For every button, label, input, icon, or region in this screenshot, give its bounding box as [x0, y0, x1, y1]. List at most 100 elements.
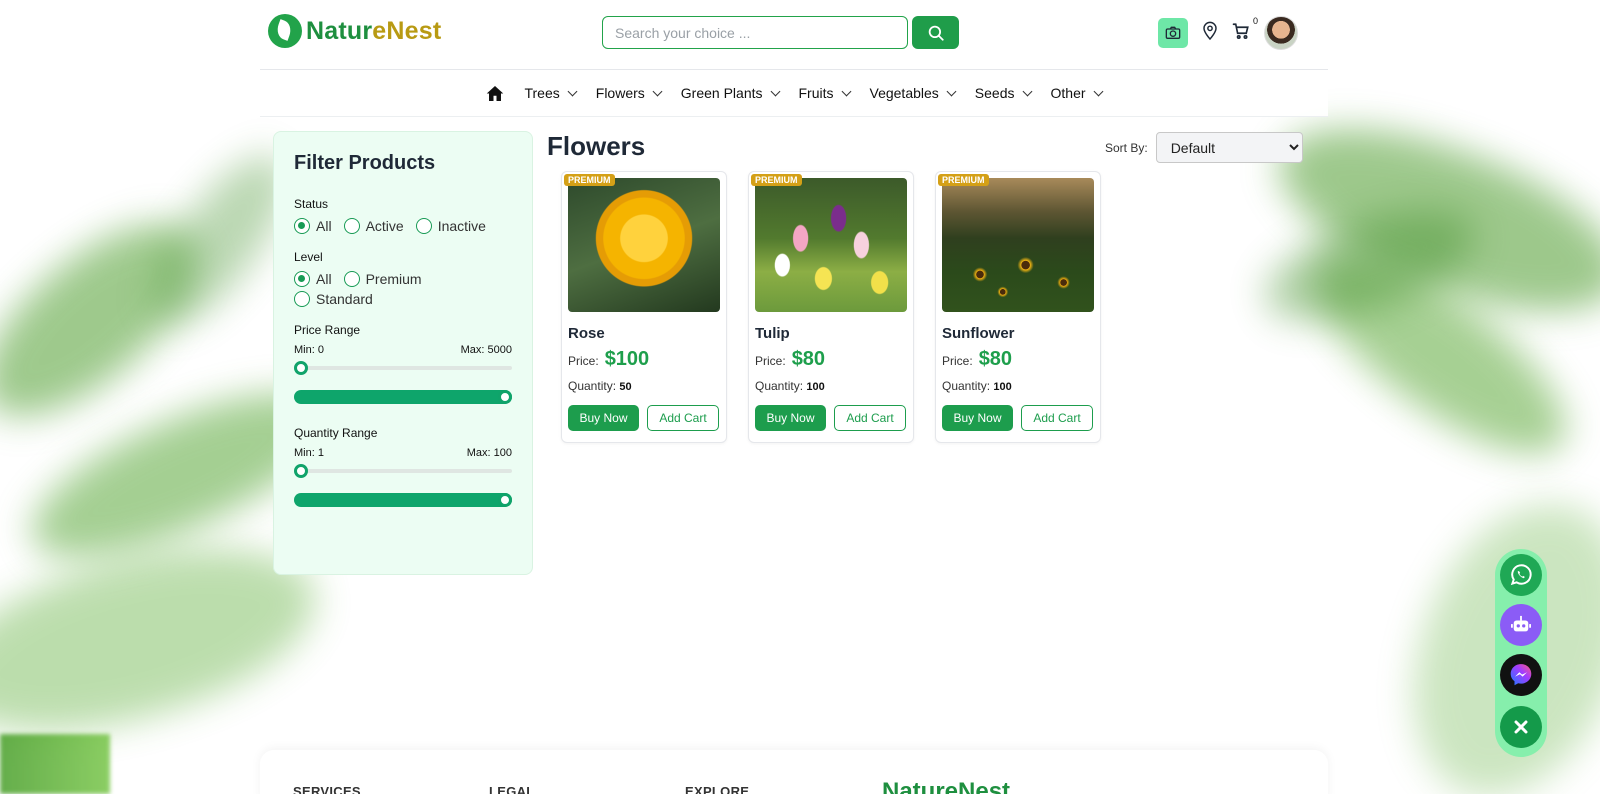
- price-max-slider[interactable]: [294, 390, 512, 404]
- radio-label: Standard: [316, 291, 373, 307]
- cart-button[interactable]: 0: [1232, 16, 1258, 45]
- nav-home[interactable]: [486, 85, 504, 102]
- quantity-value: 50: [619, 381, 632, 393]
- product-price: Price: $80: [755, 348, 907, 371]
- premium-badge: PREMIUM: [564, 174, 615, 186]
- sort-select[interactable]: Default: [1155, 132, 1303, 163]
- page-title: Flowers: [547, 131, 646, 161]
- location-button[interactable]: [1202, 21, 1218, 46]
- quantity-label: Quantity:: [755, 379, 804, 393]
- nav-label: Flowers: [595, 85, 645, 101]
- price-min-slider[interactable]: [294, 361, 512, 375]
- close-widget-button[interactable]: [1500, 706, 1542, 748]
- nav-fruits[interactable]: Fruits: [799, 85, 851, 101]
- contact-widget: [1495, 549, 1547, 757]
- product-image-rose[interactable]: [568, 178, 720, 312]
- brand-name-part1: Natur: [306, 16, 373, 45]
- radio-selected: [294, 218, 310, 234]
- buy-now-button[interactable]: Buy Now: [568, 405, 639, 431]
- product-card[interactable]: PREMIUM Rose Price: $100 Quantity: 50 Buy…: [561, 171, 727, 443]
- quantity-range-label: Quantity Range: [294, 426, 378, 440]
- messenger-icon: [1510, 664, 1532, 686]
- radio-label: All: [316, 271, 332, 287]
- quantity-min-slider[interactable]: [294, 464, 512, 478]
- add-cart-button[interactable]: Add Cart: [1021, 405, 1093, 431]
- product-name[interactable]: Sunflower: [942, 325, 1094, 342]
- chevron-down-icon: [770, 86, 780, 96]
- buy-now-button[interactable]: Buy Now: [942, 405, 1013, 431]
- quantity-max-label: Max: 100: [466, 447, 512, 459]
- nav-label: Seeds: [974, 85, 1015, 101]
- search-button[interactable]: [912, 16, 959, 49]
- nav-green-plants[interactable]: Green Plants: [681, 85, 780, 101]
- status-all-radio[interactable]: All: [294, 218, 332, 234]
- level-premium-radio[interactable]: Premium: [343, 271, 422, 287]
- product-name[interactable]: Rose: [568, 325, 720, 342]
- chevron-down-icon: [652, 86, 663, 96]
- radio-unselected: [415, 218, 432, 234]
- product-quantity: Quantity: 50: [568, 379, 720, 393]
- level-radio-group: All Premium Standard: [294, 271, 454, 307]
- slider-thumb[interactable]: [498, 390, 512, 404]
- nav-other[interactable]: Other: [1050, 85, 1103, 101]
- buy-now-button[interactable]: Buy Now: [755, 405, 826, 431]
- product-quantity: Quantity: 100: [942, 379, 1094, 393]
- radio-unselected: [343, 271, 360, 287]
- radio-label: Active: [365, 218, 404, 234]
- status-active-radio[interactable]: Active: [343, 218, 404, 234]
- nav-label: Other: [1050, 85, 1086, 101]
- price-label: Price:: [755, 354, 786, 368]
- leaf-logo-icon: [268, 14, 302, 48]
- quantity-minmax: Min: 1 Max: 100: [294, 447, 512, 459]
- product-name[interactable]: Tulip: [755, 325, 907, 342]
- brand-logo[interactable]: NatureNest: [268, 14, 441, 48]
- header-actions: 0: [1158, 16, 1298, 50]
- nav-seeds[interactable]: Seeds: [974, 85, 1032, 101]
- nav-label: Trees: [524, 85, 560, 101]
- radio-unselected: [343, 218, 360, 234]
- nav-trees[interactable]: Trees: [524, 85, 578, 101]
- quantity-max-slider[interactable]: [294, 493, 512, 507]
- price-value: $80: [791, 348, 826, 370]
- product-grid: PREMIUM Rose Price: $100 Quantity: 50 Buy…: [561, 171, 1101, 443]
- status-label: Status: [294, 197, 329, 211]
- status-inactive-radio[interactable]: Inactive: [415, 218, 486, 234]
- price-value: $100: [604, 348, 650, 370]
- card-actions: Buy Now Add Cart: [942, 405, 1094, 431]
- product-card[interactable]: PREMIUM Sunflower Price: $80 Quantity: 10…: [935, 171, 1101, 443]
- radio-label: Premium: [365, 271, 422, 287]
- add-cart-button[interactable]: Add Cart: [647, 405, 719, 431]
- price-label: Price:: [568, 354, 599, 368]
- brand-name-part2: eNest: [372, 16, 442, 45]
- product-price: Price: $80: [942, 348, 1094, 371]
- footer-logo: NatureNest: [882, 778, 1011, 794]
- search-input[interactable]: [602, 16, 908, 49]
- add-cart-button[interactable]: Add Cart: [834, 405, 906, 431]
- level-all-radio[interactable]: All: [294, 271, 332, 287]
- slider-thumb[interactable]: [294, 464, 308, 478]
- home-icon: [487, 85, 504, 101]
- product-card[interactable]: PREMIUM Tulip Price: $80 Quantity: 100 Bu…: [748, 171, 914, 443]
- image-search-button[interactable]: [1158, 18, 1188, 48]
- brand-name: NatureNest: [306, 17, 441, 46]
- nav-vegetables[interactable]: Vegetables: [870, 85, 957, 101]
- site-header: NatureNest 0: [260, 0, 1328, 70]
- filter-title: Filter Products: [294, 152, 436, 174]
- level-standard-radio[interactable]: Standard: [294, 291, 373, 307]
- product-image-sunflower[interactable]: [942, 178, 1094, 312]
- whatsapp-button[interactable]: [1500, 554, 1542, 596]
- price-minmax: Min: 0 Max: 5000: [294, 344, 512, 356]
- chevron-down-icon: [567, 86, 578, 96]
- product-image-tulip[interactable]: [755, 178, 907, 312]
- slider-thumb[interactable]: [498, 493, 512, 507]
- close-icon: [1514, 720, 1528, 734]
- product-quantity: Quantity: 100: [755, 379, 907, 393]
- slider-thumb[interactable]: [294, 361, 308, 375]
- card-actions: Buy Now Add Cart: [568, 405, 720, 431]
- user-avatar[interactable]: [1264, 16, 1298, 50]
- messenger-button[interactable]: [1500, 654, 1542, 696]
- nav-flowers[interactable]: Flowers: [595, 85, 663, 101]
- radio-label: All: [316, 218, 332, 234]
- sort-control: Sort By: Default: [1105, 132, 1303, 163]
- chatbot-button[interactable]: [1500, 604, 1542, 646]
